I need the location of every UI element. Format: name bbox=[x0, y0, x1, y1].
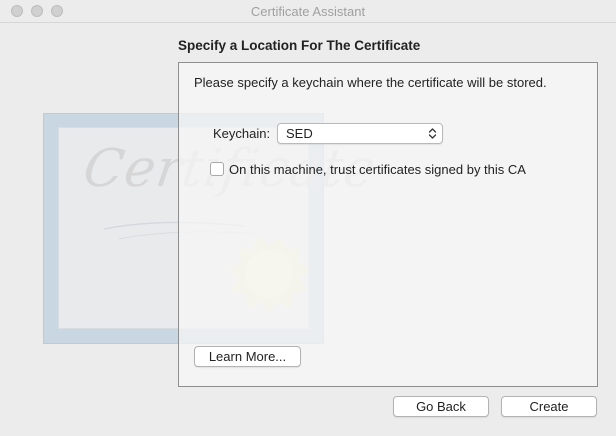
trust-ca-checkbox[interactable] bbox=[210, 162, 224, 176]
window-title: Certificate Assistant bbox=[250, 4, 366, 19]
content-panel bbox=[178, 62, 598, 387]
keychain-select-value: SED bbox=[286, 126, 313, 141]
certificate-assistant-window: Certificate Assistant Certificate Specif… bbox=[0, 0, 616, 436]
keychain-select[interactable]: SED bbox=[277, 123, 443, 144]
learn-more-button[interactable]: Learn More... bbox=[194, 346, 301, 367]
keychain-label: Keychain: bbox=[213, 126, 271, 141]
trust-ca-checkbox-label[interactable]: On this machine, trust certificates sign… bbox=[229, 162, 526, 177]
page-heading: Specify a Location For The Certificate bbox=[178, 38, 421, 53]
title-bar: Certificate Assistant bbox=[0, 0, 616, 23]
select-chevrons-icon bbox=[428, 128, 437, 139]
description-text: Please specify a keychain where the cert… bbox=[194, 75, 547, 90]
create-button[interactable]: Create bbox=[501, 396, 597, 417]
go-back-button[interactable]: Go Back bbox=[393, 396, 489, 417]
